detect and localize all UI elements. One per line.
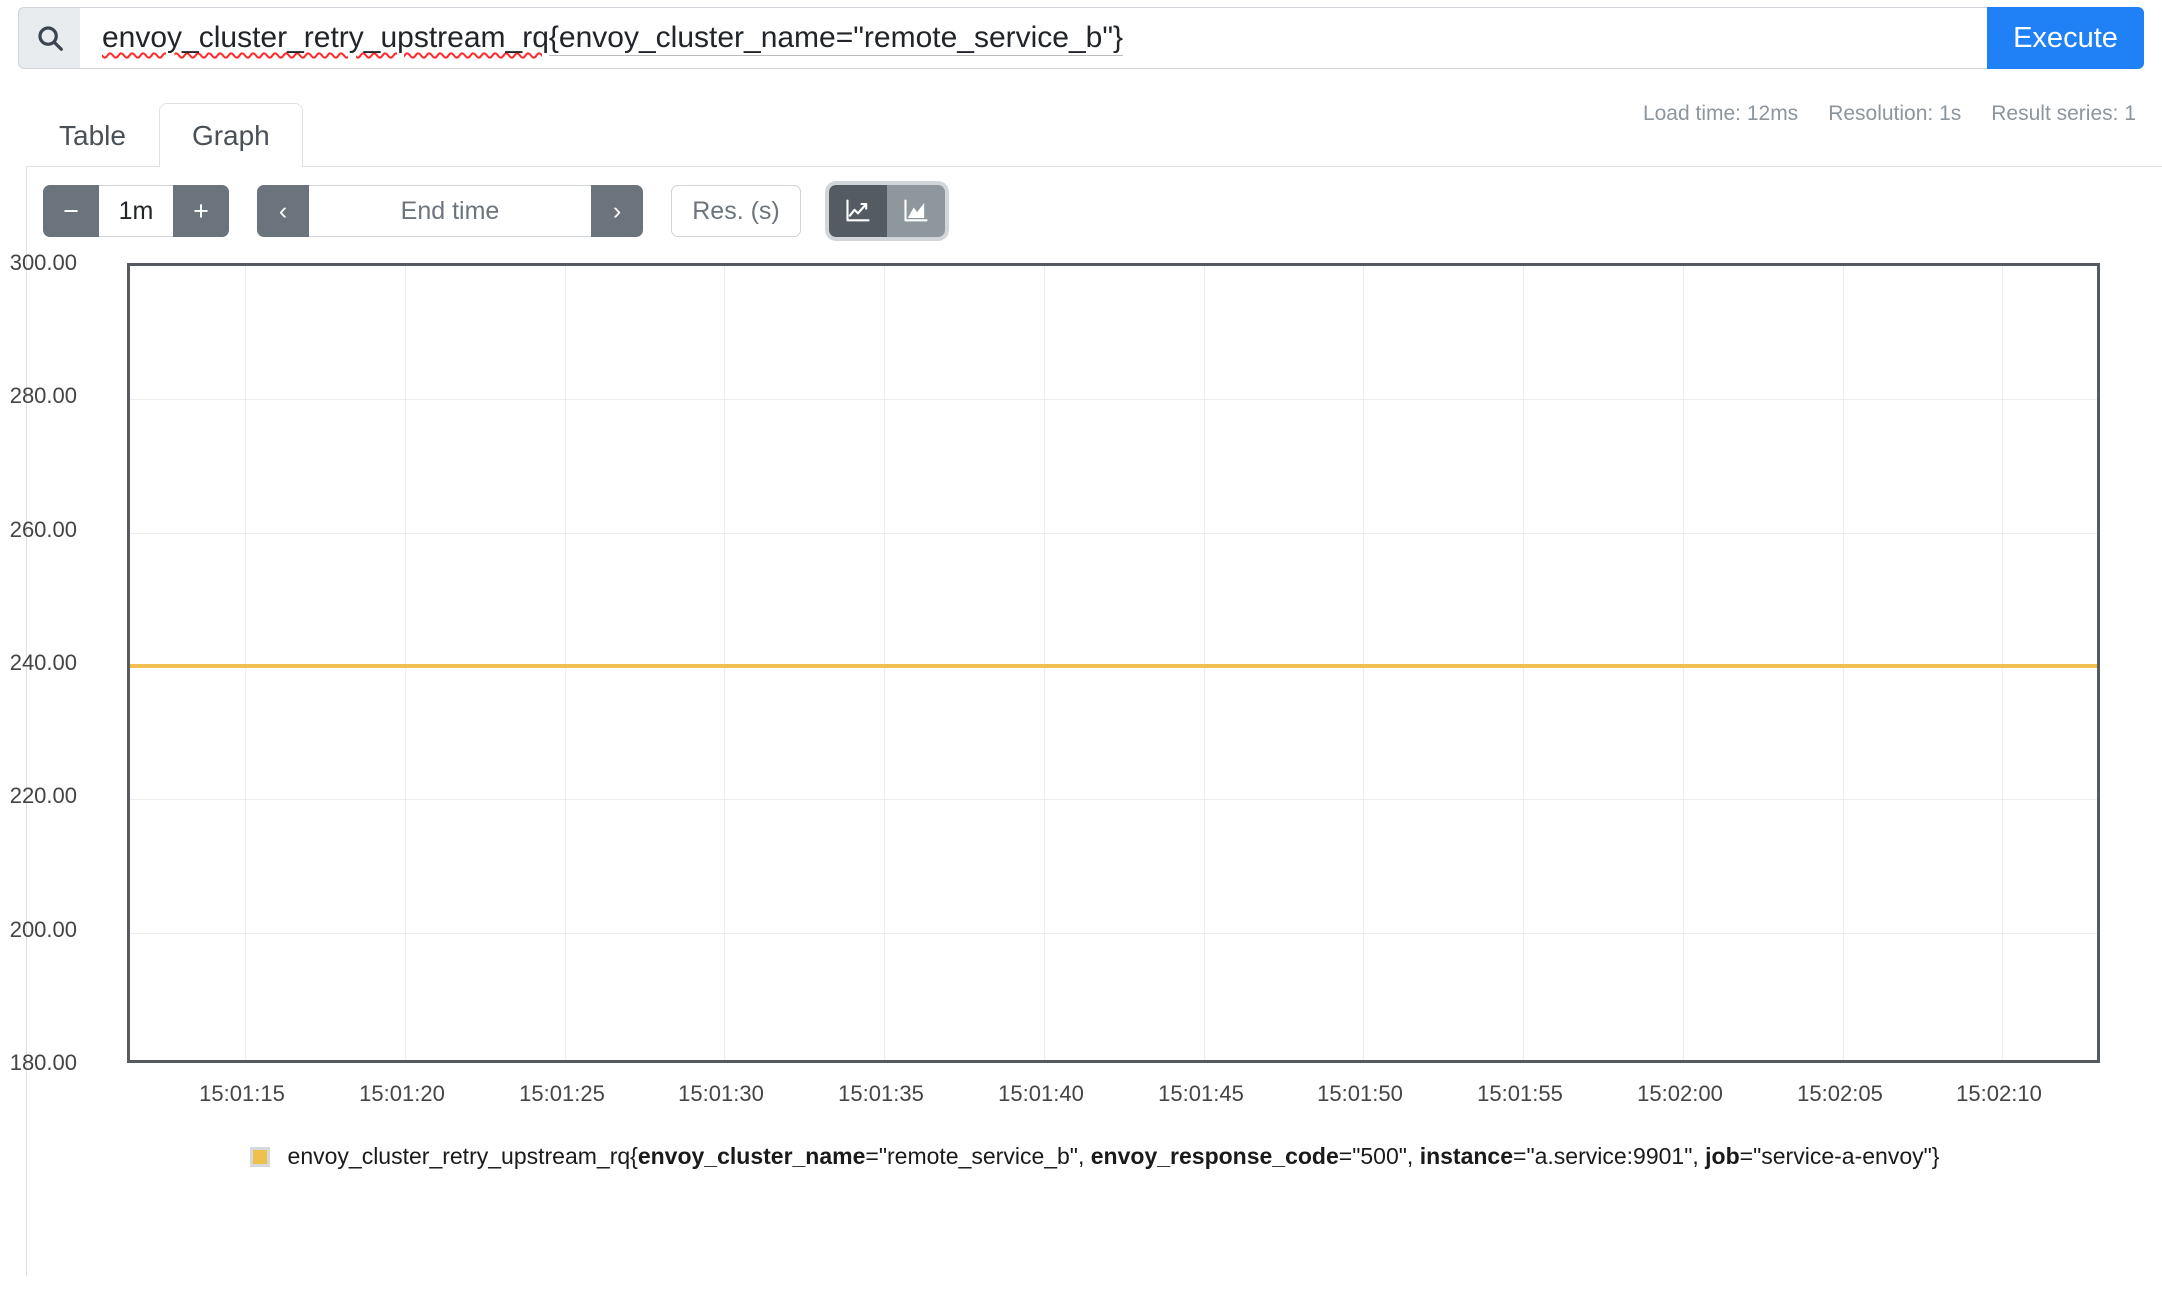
gridline-vertical — [1363, 266, 1364, 1060]
search-icon — [18, 7, 80, 69]
time-next-button[interactable]: › — [591, 185, 643, 237]
legend-item[interactable]: envoy_cluster_retry_upstream_rq{envoy_cl… — [249, 1143, 1940, 1170]
gridline-horizontal — [130, 399, 2097, 401]
gridline-vertical — [2002, 266, 2003, 1060]
gridline-horizontal — [130, 932, 2097, 934]
query-bar: envoy_cluster_retry_upstream_rq {envoy_cl… — [0, 0, 2162, 76]
graph-controls: − + ‹ › — [27, 167, 2162, 237]
y-axis-tick-label: 180.00 — [9, 1050, 77, 1075]
gridline-horizontal — [130, 799, 2097, 801]
y-axis-tick-label: 300.00 — [9, 250, 77, 275]
y-axis-tick-label: 200.00 — [9, 916, 77, 942]
query-metric-name: envoy_cluster_retry_upstream_rq — [102, 21, 549, 54]
tab-strip: Table Graph Load time: 12ms Resolution: … — [0, 82, 2162, 167]
stacked-area-chart-icon[interactable] — [887, 185, 945, 237]
query-input[interactable]: envoy_cluster_retry_upstream_rq {envoy_cl… — [80, 7, 1987, 69]
graph-panel: − + ‹ › — [10, 166, 2162, 1276]
gridline-vertical — [1843, 266, 1844, 1060]
gridline-vertical — [884, 266, 885, 1060]
gridline-vertical — [1683, 266, 1684, 1060]
x-axis-tick-label: 15:02:10 — [1956, 1081, 2042, 1106]
x-axis-tick-label: 15:01:45 — [1158, 1081, 1244, 1106]
y-axis-tick-label: 260.00 — [9, 516, 77, 542]
legend-label: envoy_cluster_retry_upstream_rq{envoy_cl… — [287, 1143, 1940, 1169]
gridline-vertical — [1204, 266, 1205, 1060]
line-chart-icon[interactable] — [829, 185, 887, 237]
execute-button[interactable]: Execute — [1987, 7, 2144, 69]
legend: envoy_cluster_retry_upstream_rq{envoy_cl… — [27, 1143, 2162, 1170]
gridline-vertical — [405, 266, 406, 1060]
x-axis-tick-label: 15:01:35 — [838, 1081, 924, 1106]
range-increase-button[interactable]: + — [173, 185, 229, 237]
range-decrease-button[interactable]: − — [43, 185, 99, 237]
x-axis-tick-label: 15:01:30 — [678, 1081, 764, 1106]
x-axis-tick-label: 15:01:50 — [1317, 1081, 1403, 1106]
load-time: Load time: 12ms — [1642, 102, 1799, 125]
tab-table[interactable]: Table — [26, 103, 159, 166]
tab-graph[interactable]: Graph — [158, 103, 303, 167]
gridline-vertical — [1523, 266, 1524, 1060]
gridline-vertical — [565, 266, 566, 1060]
end-time-input-group: ‹ › — [257, 185, 643, 237]
y-axis-tick-label: 280.00 — [9, 383, 77, 409]
gridline-vertical — [245, 266, 246, 1060]
range-input[interactable] — [99, 185, 173, 237]
gridline-vertical — [1044, 266, 1045, 1060]
x-axis-tick-label: 15:01:40 — [998, 1081, 1084, 1106]
x-axis-tick-label: 15:01:20 — [359, 1081, 445, 1106]
result-series-count: Result series: 1 — [1991, 102, 2136, 125]
gridline-vertical — [724, 266, 725, 1060]
time-prev-button[interactable]: ‹ — [257, 185, 309, 237]
plot-area[interactable] — [127, 263, 2100, 1063]
gridline-horizontal — [130, 532, 2097, 534]
y-axis-tick-label: 220.00 — [9, 783, 77, 809]
query-stats: Load time: 12ms Resolution: 1s Result se… — [1643, 102, 2136, 126]
chart-type-toggle — [829, 185, 945, 237]
query-selector: {envoy_cluster_name="remote_service_b"} — [548, 20, 1124, 56]
resolution-info: Resolution: 1s — [1828, 102, 1962, 125]
x-axis-tick-label: 15:01:55 — [1477, 1081, 1563, 1106]
resolution-input[interactable] — [671, 185, 801, 237]
series-line — [130, 664, 2097, 668]
x-axis-tick-label: 15:02:05 — [1797, 1081, 1883, 1106]
range-input-group: − + — [43, 185, 229, 237]
x-axis-tick-label: 15:01:15 — [199, 1081, 285, 1106]
y-axis-tick-label: 240.00 — [9, 650, 77, 675]
x-axis-tick-label: 15:02:00 — [1637, 1081, 1723, 1106]
end-time-input[interactable] — [309, 185, 591, 237]
x-axis-tick-label: 15:01:25 — [519, 1081, 605, 1106]
legend-color-swatch — [249, 1146, 270, 1167]
